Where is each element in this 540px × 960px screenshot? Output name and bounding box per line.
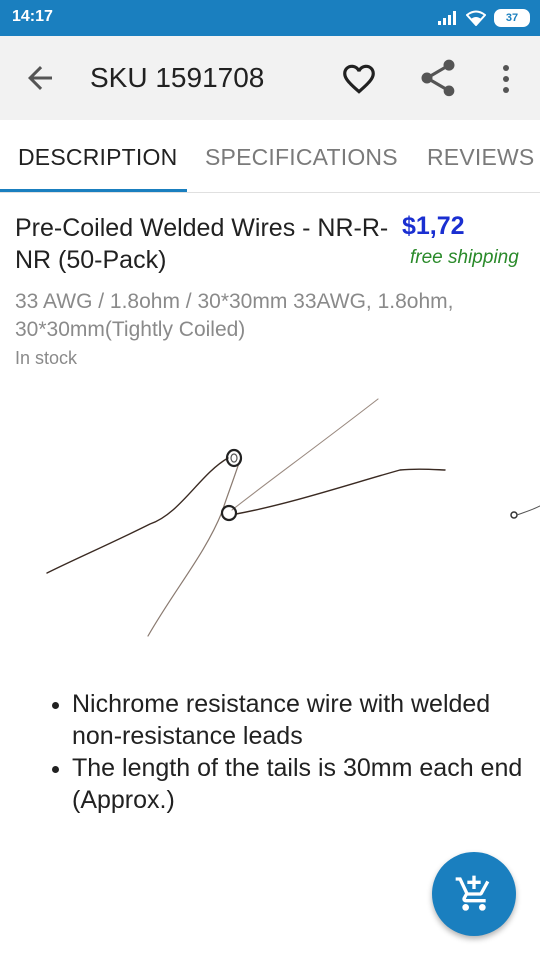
page-title: SKU 1591708 [90,62,265,93]
feature-list: Nichrome resistance wire with welded non… [48,688,528,816]
product-image [46,398,540,637]
status-time: 14:17 [12,8,53,25]
add-shopping-cart-icon [455,875,490,911]
shipping-info: free shipping [410,247,519,268]
list-item: Nichrome resistance wire with welded non… [48,688,528,752]
list-item: The length of the tails is 30mm each end… [48,752,528,816]
app-bar: SKU 1591708 [0,36,540,120]
status-bar: 14:17 37 [0,0,540,36]
tab-indicator [0,189,187,192]
battery-icon: 37 [494,9,530,27]
tab-specifications[interactable]: SPECIFICATIONS [205,144,398,171]
more-vert-icon [503,65,509,93]
heart-outline-icon [343,64,375,94]
product-title: Pre-Coiled Welded Wires - NR-R-NR (50-Pa… [15,214,389,274]
favorite-button[interactable] [340,60,378,98]
more-options-button[interactable] [494,60,518,98]
product-price: $1,72 [402,212,465,240]
product-image-carousel[interactable] [0,384,540,654]
signal-icon [438,11,456,25]
tab-description[interactable]: DESCRIPTION [18,144,177,171]
share-button[interactable] [416,56,460,100]
share-icon [421,59,455,97]
arrow-back-icon [28,66,52,90]
stock-status: In stock [15,348,78,368]
tab-reviews[interactable]: REVIEWS ( [427,144,540,171]
product-variant: 33 AWG / 1.8ohm / 30*30mm 33AWG, 1.8ohm,… [15,290,454,341]
status-icons: 37 [438,8,530,28]
back-button[interactable] [22,60,58,96]
tab-bar: DESCRIPTION SPECIFICATIONS REVIEWS ( [0,120,540,193]
add-to-cart-button[interactable] [432,852,516,936]
wifi-icon [466,10,486,26]
battery-level: 37 [505,12,519,24]
